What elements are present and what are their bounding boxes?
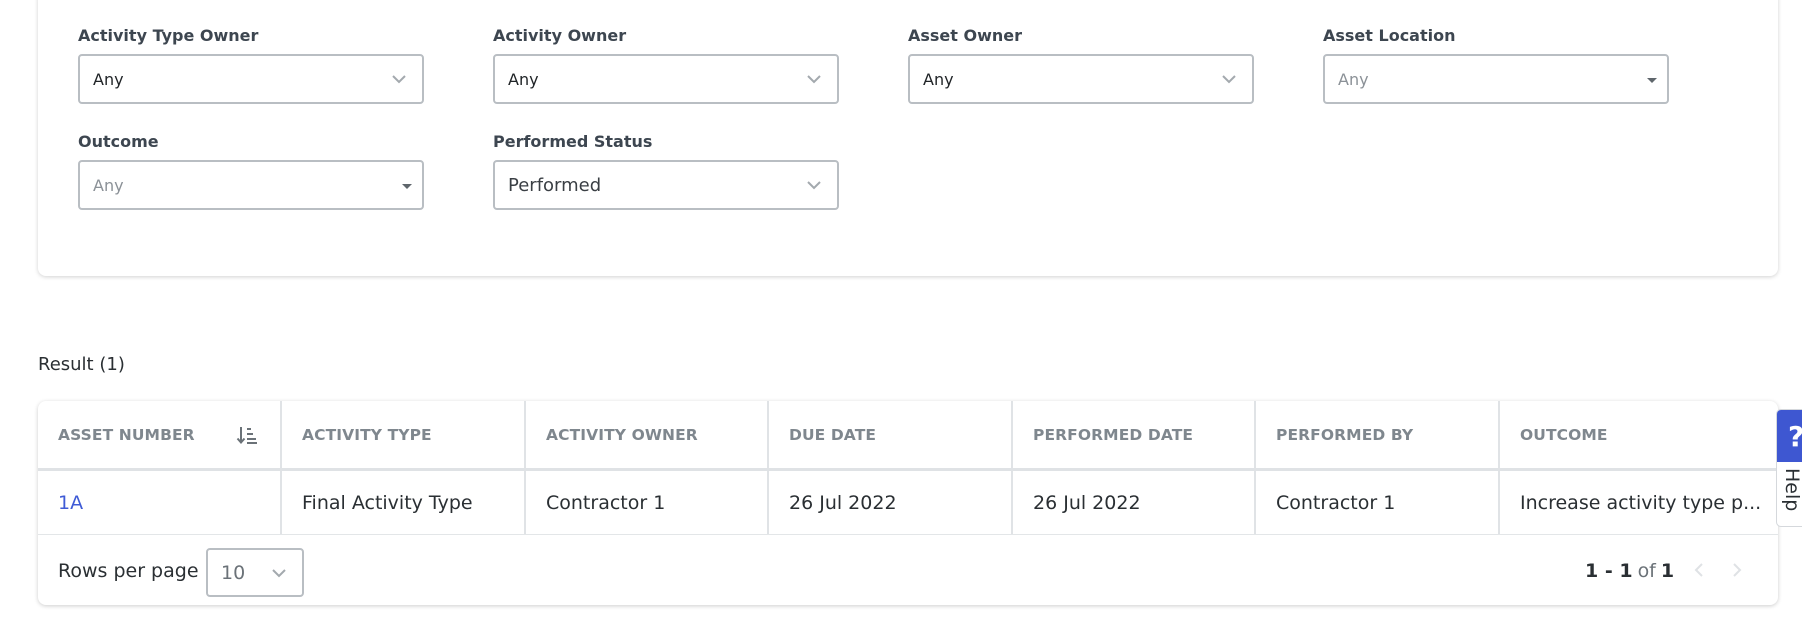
column-header-label: PERFORMED DATE <box>1033 425 1194 444</box>
activity-owner-filter: Activity Owner Any <box>493 26 839 104</box>
performed-by-cell: Contractor 1 <box>1256 471 1500 534</box>
help-label: Help <box>1781 468 1802 512</box>
asset-owner-value: Any <box>923 69 954 89</box>
rows-per-page-select[interactable]: 10 <box>206 548 304 597</box>
activity-owner-cell: Contractor 1 <box>526 471 769 534</box>
chevron-down-icon <box>807 75 821 84</box>
column-header-activity-owner[interactable]: ACTIVITY OWNER <box>526 401 769 468</box>
asset-location-select[interactable]: Any <box>1323 54 1669 104</box>
previous-page-icon[interactable] <box>1692 562 1706 578</box>
asset-owner-filter: Asset Owner Any <box>908 26 1254 104</box>
outcome-cell: Increase activity type p... <box>1520 491 1762 514</box>
column-header-performed-by[interactable]: PERFORMED BY <box>1256 401 1500 468</box>
results-table: ASSET NUMBER ACTIVITY TYPE ACTIVITY OWNE… <box>38 401 1778 605</box>
chevron-down-icon <box>1222 75 1236 84</box>
column-header-activity-type[interactable]: ACTIVITY TYPE <box>282 401 526 468</box>
activity-owner-label: Activity Owner <box>493 26 627 45</box>
column-header-due-date[interactable]: DUE DATE <box>769 401 1013 468</box>
column-header-label: OUTCOME <box>1520 425 1608 444</box>
asset-number-link[interactable]: 1A <box>38 471 282 534</box>
result-count-title: Result (1) <box>38 354 125 375</box>
performed-status-value: Performed <box>508 174 602 196</box>
column-header-asset-number[interactable]: ASSET NUMBER <box>38 401 282 468</box>
pagination-range-value: 1 - 1 <box>1585 559 1633 582</box>
column-header-label: ACTIVITY OWNER <box>546 425 698 444</box>
caret-down-icon <box>1647 78 1657 83</box>
caret-down-icon <box>402 184 412 189</box>
help-question-icon[interactable]: ? <box>1777 410 1802 462</box>
activity-owner-select[interactable]: Any <box>493 54 839 104</box>
asset-owner-label: Asset Owner <box>908 26 1023 45</box>
column-header-performed-date[interactable]: PERFORMED DATE <box>1013 401 1256 468</box>
filter-panel: Activity Type Owner Any Activity Owner A… <box>38 0 1778 276</box>
performed-status-filter: Performed Status Performed <box>493 132 839 210</box>
asset-location-filter: Asset Location Any <box>1323 26 1669 104</box>
outcome-label: Outcome <box>78 132 159 151</box>
performed-date-cell: 26 Jul 2022 <box>1013 471 1256 534</box>
outcome-select[interactable]: Any <box>78 160 424 210</box>
column-header-label: PERFORMED BY <box>1276 425 1414 444</box>
pagination-of-label: of <box>1637 559 1656 582</box>
chevron-down-icon <box>272 568 286 577</box>
activity-type-owner-label: Activity Type Owner <box>78 26 259 45</box>
next-page-icon[interactable] <box>1730 562 1744 578</box>
pagination-total: 1 <box>1660 559 1675 582</box>
column-header-label: DUE DATE <box>789 425 877 444</box>
column-header-label: ASSET NUMBER <box>58 425 195 444</box>
activity-type-owner-filter: Activity Type Owner Any <box>78 26 424 104</box>
table-pagination: Rows per page 10 1 - 1 of 1 <box>38 536 1778 605</box>
sort-ascending-icon[interactable] <box>236 425 258 445</box>
column-header-outcome[interactable]: OUTCOME <box>1500 401 1778 468</box>
performed-status-select[interactable]: Performed <box>493 160 839 210</box>
column-header-label: ACTIVITY TYPE <box>302 425 432 444</box>
table-header-row: ASSET NUMBER ACTIVITY TYPE ACTIVITY OWNE… <box>38 401 1778 471</box>
outcome-value: Any <box>93 175 124 195</box>
activity-type-owner-value: Any <box>93 69 124 89</box>
asset-owner-select[interactable]: Any <box>908 54 1254 104</box>
outcome-filter: Outcome Any <box>78 132 424 210</box>
asset-location-value: Any <box>1338 69 1369 89</box>
performed-status-label: Performed Status <box>493 132 653 151</box>
chevron-down-icon <box>807 181 821 190</box>
help-tab[interactable]: ? Help <box>1776 409 1802 527</box>
asset-location-label: Asset Location <box>1323 26 1456 45</box>
rows-per-page-value: 10 <box>221 561 246 584</box>
due-date-cell: 26 Jul 2022 <box>769 471 1013 534</box>
chevron-down-icon <box>392 75 406 84</box>
pagination-range: 1 - 1 of 1 <box>1585 536 1674 605</box>
activity-owner-value: Any <box>508 69 539 89</box>
activity-type-owner-select[interactable]: Any <box>78 54 424 104</box>
activity-type-cell: Final Activity Type <box>282 471 526 534</box>
rows-per-page-label: Rows per page <box>58 559 199 582</box>
table-row[interactable]: 1A Final Activity Type Contractor 1 26 J… <box>38 471 1778 535</box>
